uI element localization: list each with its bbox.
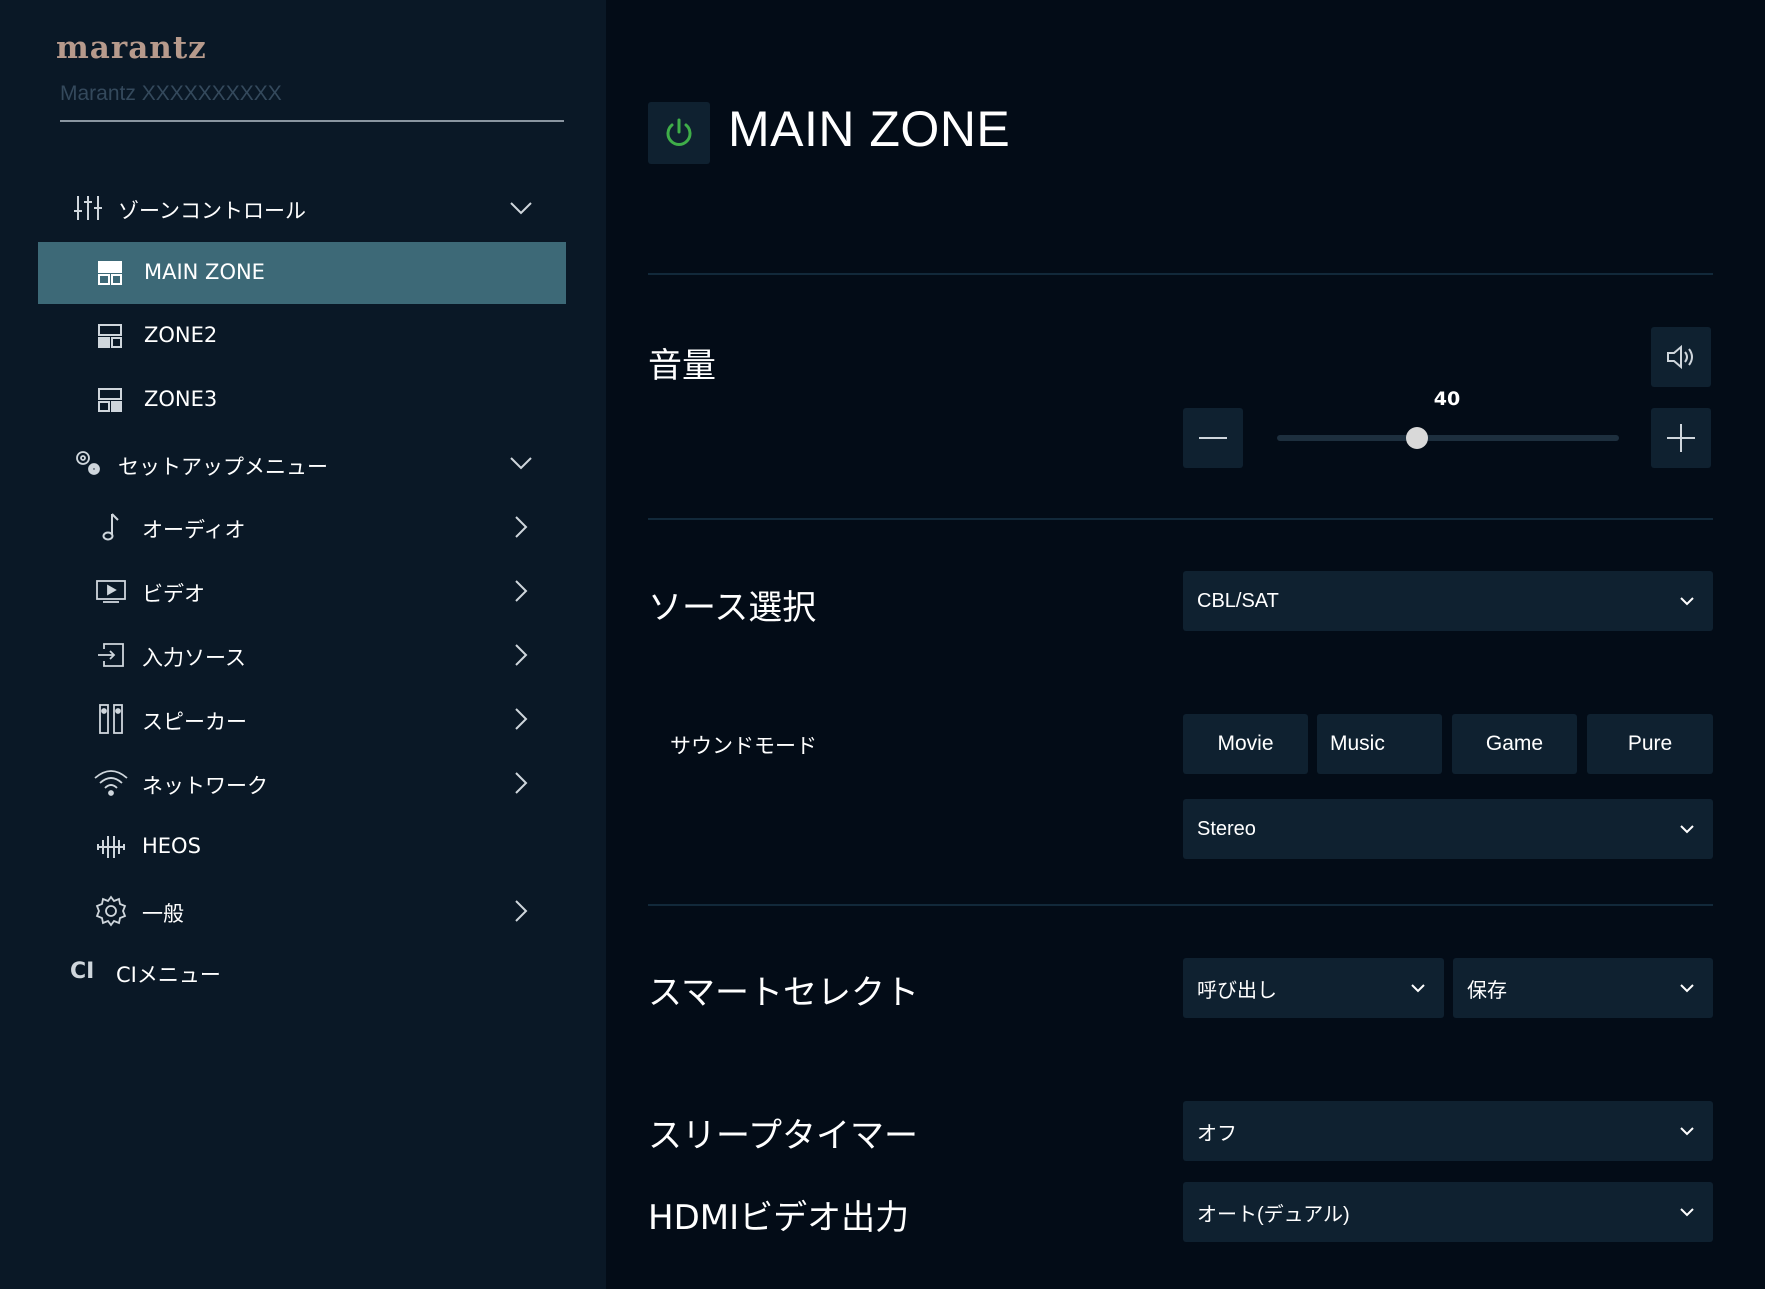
power-button[interactable] [648,102,710,164]
chevron-right-icon [506,512,536,542]
input-source-label: 入力ソース [142,646,246,670]
hdmi-output-select[interactable]: オート(デュアル) [1183,1182,1713,1242]
sidebar: marantz Marantz XXXXXXXXXX ゾーンコントロール MAI… [0,0,606,1289]
volume-value: 40 [1433,388,1461,410]
sleep-timer-label: スリープタイマー [648,1116,918,1156]
zone-icon [90,253,130,293]
sidebar-item-heos[interactable]: HEOS [38,818,566,876]
sound-mode-game-button[interactable]: Game [1452,714,1577,774]
zone-control-label: ゾーンコントロール [118,199,306,223]
zone2-label: ZONE2 [144,323,218,347]
divider [648,904,1713,906]
sidebar-item-video[interactable]: ビデオ [38,562,566,620]
input-source-icon [91,635,131,675]
smart-select-recall-select[interactable]: 呼び出し [1183,958,1444,1018]
sidebar-item-main-zone[interactable]: MAIN ZONE [38,242,566,304]
chevron-down-icon [1677,1202,1697,1222]
sidebar-item-speaker[interactable]: スピーカー [38,690,566,748]
general-label: 一般 [142,902,184,926]
ci-menu-label: CIメニュー [116,963,221,987]
volume-label: 音量 [648,346,716,386]
source-select[interactable]: CBL/SAT [1183,571,1713,631]
volume-slider[interactable] [1277,435,1619,441]
hdmi-output-selected-value: オート(デュアル) [1197,1203,1350,1226]
hdmi-output-label: HDMIビデオ出力 [648,1198,910,1238]
page-title: MAIN ZONE [728,101,1011,157]
settings-gears-icon [68,443,108,483]
volume-up-button[interactable] [1651,408,1711,468]
sound-mode-movie-button[interactable]: Movie [1183,714,1308,774]
sound-mode-selected-value: Stereo [1197,817,1256,840]
chevron-down-icon [1677,1121,1697,1141]
volume-down-button[interactable] [1183,408,1243,468]
sleep-timer-selected-value: オフ [1197,1122,1237,1145]
plus-icon [1667,424,1695,452]
sidebar-item-general[interactable]: 一般 [38,882,566,940]
sidebar-group-setup-menu[interactable]: セットアップメニュー [38,434,566,492]
smart-select-label: スマートセレクト [648,973,919,1013]
speaker-icon [91,699,131,739]
main-zone-label: MAIN ZONE [144,260,265,284]
zone3-label: ZONE3 [144,387,218,411]
device-name-field[interactable]: Marantz XXXXXXXXXX [60,80,564,122]
chevron-down-icon [1677,978,1697,998]
source-selected-value: CBL/SAT [1197,589,1279,612]
zone-icon [90,380,130,420]
volume-slider-thumb[interactable] [1405,427,1428,449]
sidebar-item-ci-menu[interactable]: CI CIメニュー [38,944,566,1000]
sound-mode-label: サウンドモード [670,734,817,758]
chevron-right-icon [506,768,536,798]
sleep-timer-select[interactable]: オフ [1183,1101,1713,1161]
heos-label: HEOS [142,834,201,858]
sound-mode-select[interactable]: Stereo [1183,799,1713,859]
brand-logo: marantz [56,30,207,66]
heos-icon [91,827,131,867]
divider [648,273,1713,275]
mute-button[interactable] [1651,327,1711,387]
sidebar-group-zone-control[interactable]: ゾーンコントロール [38,180,566,236]
sidebar-item-audio[interactable]: オーディオ [38,498,566,556]
zone-icon [90,316,130,356]
chevron-right-icon [506,704,536,734]
speaker-label: スピーカー [142,710,247,734]
setup-menu-label: セットアップメニュー [118,455,328,479]
chevron-down-icon [1677,591,1697,611]
video-label: ビデオ [142,582,205,606]
speaker-volume-icon [1667,344,1693,370]
chevron-down-icon [506,193,536,223]
sidebar-item-input-source[interactable]: 入力ソース [38,626,566,684]
smart-select-recall-value: 呼び出し [1197,979,1277,1002]
music-note-icon [91,507,131,547]
chevron-down-icon [1677,819,1697,839]
sliders-icon [68,188,108,228]
chevron-right-icon [506,640,536,670]
sound-mode-pure-button[interactable]: Pure [1587,714,1713,774]
sound-mode-music-button[interactable]: Music [1317,714,1442,774]
network-label: ネットワーク [142,774,268,798]
chevron-right-icon [506,576,536,606]
gear-icon [91,891,131,931]
power-icon [666,118,692,146]
smart-select-save-select[interactable]: 保存 [1453,958,1713,1018]
divider [648,518,1713,520]
sidebar-item-zone3[interactable]: ZONE3 [38,370,566,430]
chevron-right-icon [506,896,536,926]
chevron-down-icon [1408,978,1428,998]
audio-label: オーディオ [142,518,246,542]
wifi-icon [91,763,131,803]
sidebar-item-network[interactable]: ネットワーク [38,754,566,812]
chevron-down-icon [506,448,536,478]
sidebar-item-zone2[interactable]: ZONE2 [38,306,566,366]
source-select-label: ソース選択 [648,588,817,628]
video-icon [91,571,131,611]
minus-icon [1199,437,1227,439]
ci-icon: CI [70,959,95,984]
smart-select-save-value: 保存 [1467,979,1507,1002]
